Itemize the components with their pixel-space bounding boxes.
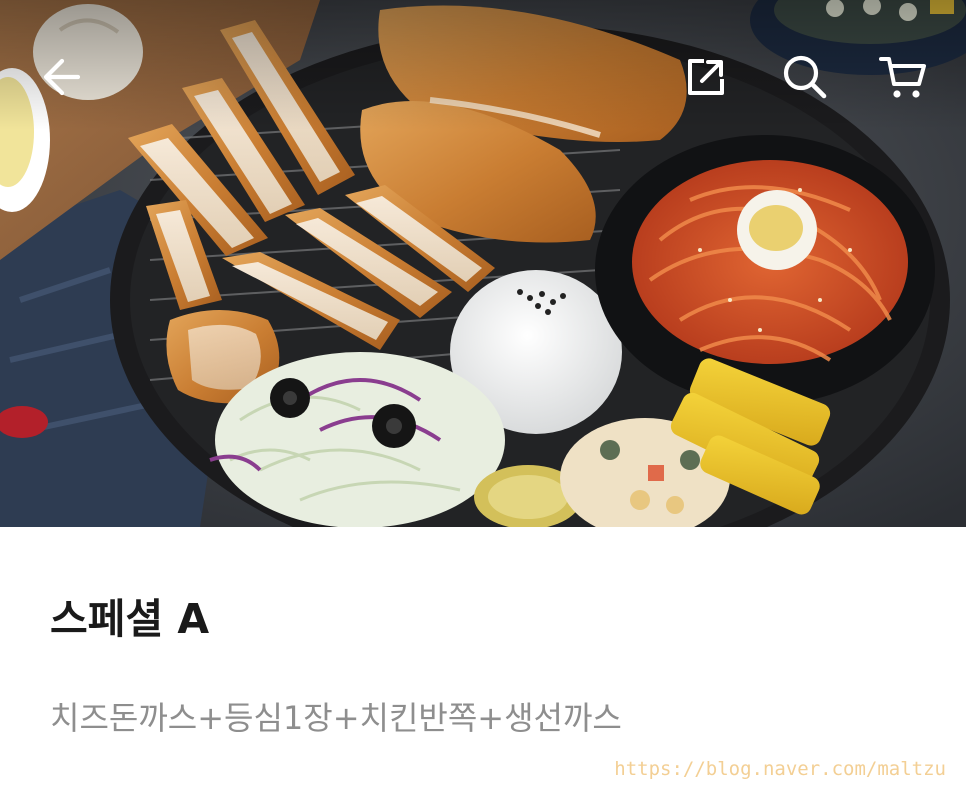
cart-button[interactable] — [875, 49, 931, 105]
search-button[interactable] — [777, 49, 833, 105]
blog-watermark: https://blog.naver.com/maltzu — [614, 758, 946, 780]
top-action-bar — [0, 0, 966, 150]
product-info-section: 스페셜 A 치즈돈까스+등심1장+치킨반쪽+생선까스 https://blog.… — [0, 527, 966, 795]
product-title: 스페셜 A — [50, 595, 210, 643]
product-detail-screen: 스페셜 A 치즈돈까스+등심1장+치킨반쪽+생선까스 https://blog.… — [0, 0, 966, 795]
arrow-left-icon — [40, 55, 84, 99]
back-button[interactable] — [34, 49, 90, 105]
search-icon — [781, 53, 829, 101]
share-button[interactable] — [678, 49, 734, 105]
cart-icon — [878, 52, 928, 102]
product-description: 치즈돈까스+등심1장+치킨반쪽+생선까스 — [50, 699, 622, 737]
share-external-icon — [684, 55, 728, 99]
